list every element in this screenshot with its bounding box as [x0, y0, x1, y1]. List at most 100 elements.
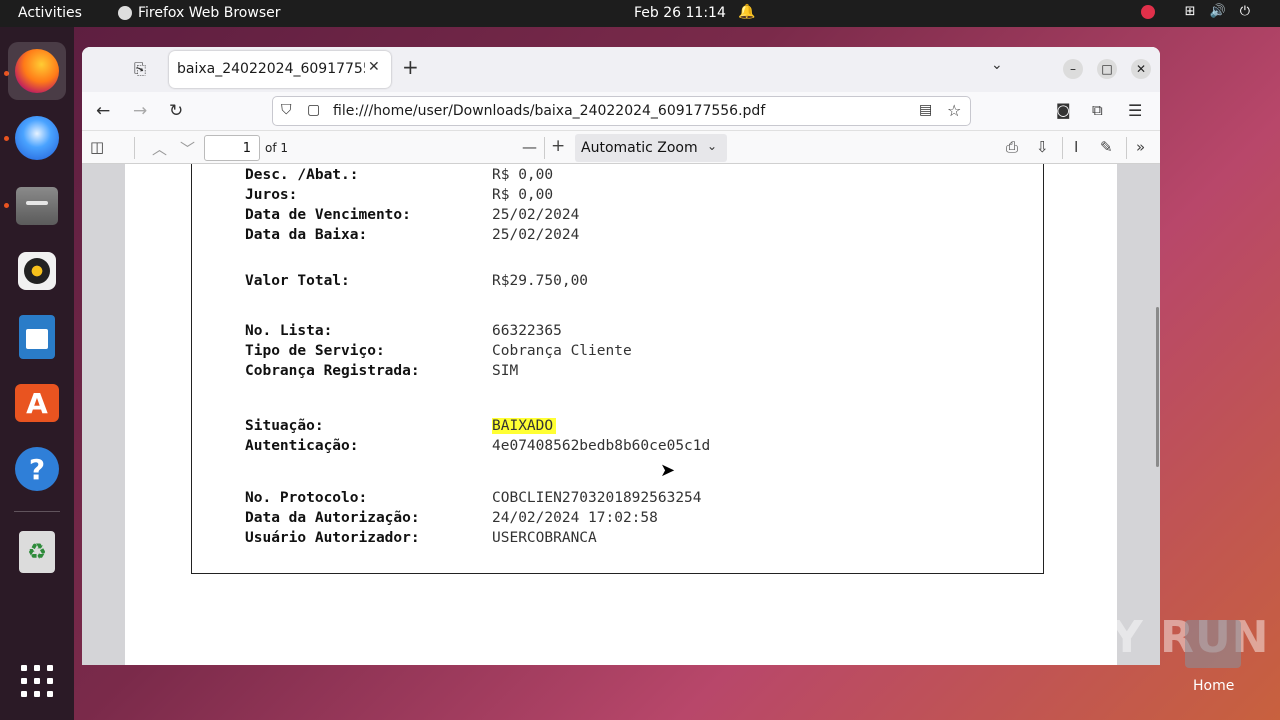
row-label: Juros:	[245, 187, 298, 203]
text-tool-icon[interactable]: I	[1074, 138, 1078, 156]
more-tools-icon[interactable]: »	[1136, 138, 1145, 156]
row-value: COBCLIEN2703201892563254	[492, 490, 702, 506]
system-tray[interactable]: ⊞ 🔊 ⏻	[1140, 4, 1250, 19]
rhythmbox-icon	[18, 252, 56, 290]
dock-files[interactable]	[8, 177, 66, 235]
maximize-button[interactable]: □	[1097, 59, 1117, 79]
row-value: 4e07408562bedb8b60ce05c1d	[492, 438, 711, 454]
files-icon	[16, 187, 58, 225]
home-folder-icon[interactable]	[1185, 620, 1241, 668]
new-tab-button[interactable]: +	[402, 57, 419, 77]
forward-arrow-icon[interactable]: →	[133, 101, 147, 121]
clock[interactable]: Feb 26 11:14	[634, 5, 726, 21]
record-icon	[1140, 4, 1155, 19]
print-icon[interactable]: ⎙	[1006, 138, 1018, 156]
app-menu[interactable]: Firefox Web Browser	[118, 5, 281, 21]
separator	[1126, 137, 1127, 159]
row-value: SIM	[492, 363, 519, 379]
shield-icon[interactable]: ⛉	[281, 102, 292, 118]
close-icon[interactable]: ✕	[368, 59, 380, 75]
separator	[1062, 137, 1063, 159]
close-window-button[interactable]: ✕	[1131, 59, 1151, 79]
row-label: Data da Baixa:	[245, 227, 368, 243]
next-page-icon[interactable]: ﹀	[180, 138, 195, 159]
dock-separator	[14, 511, 60, 512]
dock-trash[interactable]: ♻	[8, 523, 66, 581]
row-value: 25/02/2024	[492, 227, 580, 243]
dock-software[interactable]: A	[8, 374, 66, 432]
activities-button[interactable]: Activities	[18, 5, 82, 21]
row-value: 25/02/2024	[492, 207, 580, 223]
back-arrow-icon[interactable]: ←	[96, 101, 110, 121]
tab-bar: ⎘ baixa_24022024_609177556.pdf ✕ + ⌄ – □…	[82, 47, 1160, 92]
show-apps-icon[interactable]	[21, 665, 53, 697]
row-label: Situação:	[245, 418, 324, 434]
row-value: Cobrança Cliente	[492, 343, 632, 359]
browser-window: ⎘ baixa_24022024_609177556.pdf ✕ + ⌄ – □…	[82, 47, 1160, 665]
dock-help[interactable]: ?	[8, 440, 66, 498]
nav-bar: ← → ↻ ⛉ ▢ file:///home/user/Downloads/ba…	[82, 92, 1160, 130]
page-number-input[interactable]: 1	[204, 135, 260, 161]
firefox-icon	[15, 49, 59, 93]
row-value: R$ 0,00	[492, 167, 554, 183]
separator	[544, 137, 545, 159]
mouse-cursor-icon: ➤	[660, 460, 676, 481]
bookmark-star-icon[interactable]: ☆	[947, 101, 961, 120]
scrollbar[interactable]	[1156, 307, 1159, 467]
file-icon: ▢	[307, 102, 321, 118]
volume-icon: 🔊	[1209, 4, 1226, 19]
software-store-icon: A	[15, 384, 59, 422]
previous-page-icon[interactable]: ︿	[152, 138, 167, 159]
bell-icon[interactable]: 🔔	[738, 4, 755, 20]
sidebar-toggle-icon[interactable]: ◫	[90, 138, 104, 156]
url-text[interactable]: file:///home/user/Downloads/baixa_240220…	[333, 103, 765, 119]
row-label: Tipo de Serviço:	[245, 343, 385, 359]
list-all-tabs-icon[interactable]: ⎘	[134, 60, 146, 78]
dock-writer[interactable]	[8, 308, 66, 366]
writer-icon	[19, 315, 55, 359]
power-icon: ⏻	[1239, 4, 1250, 19]
row-label: No. Lista:	[245, 323, 333, 339]
row-label: No. Protocolo:	[245, 490, 368, 506]
firefox-icon	[118, 6, 132, 20]
extensions-icon[interactable]: ⧉	[1092, 101, 1103, 119]
dock-rhythmbox[interactable]	[8, 242, 66, 300]
url-bar[interactable]: ⛉ ▢ file:///home/user/Downloads/baixa_24…	[272, 96, 971, 126]
reader-view-icon[interactable]: ▤	[919, 102, 932, 118]
trash-icon: ♻	[19, 531, 55, 573]
tab-active[interactable]: baixa_24022024_609177556.pdf ✕	[169, 51, 391, 88]
pdf-page: Desc. /Abat.: R$ 0,00 Juros: R$ 0,00 Dat…	[125, 164, 1117, 665]
dock: A ? ♻	[0, 27, 74, 720]
pdf-toolbar: ◫ ︿ ﹀ 1 of 1 — + Automatic Zoom ⌄ ⎙ ⇩ I …	[82, 130, 1160, 164]
menu-icon[interactable]: ☰	[1128, 101, 1142, 120]
row-value: 24/02/2024 17:02:58	[492, 510, 658, 526]
row-label: Usuário Autorizador:	[245, 530, 420, 546]
zoom-select[interactable]: Automatic Zoom ⌄	[575, 134, 727, 162]
chevron-down-icon: ⌄	[707, 139, 718, 153]
network-icon: ⊞	[1184, 4, 1196, 19]
row-value: USERCOBRANCA	[492, 530, 597, 546]
minimize-button[interactable]: –	[1063, 59, 1083, 79]
dock-firefox[interactable]	[8, 42, 66, 100]
page-count: of 1	[265, 141, 289, 155]
chevron-down-icon[interactable]: ⌄	[991, 57, 1003, 73]
home-label[interactable]: Home	[1193, 678, 1234, 694]
tab-title: baixa_24022024_609177556.pdf	[177, 61, 365, 77]
save-icon[interactable]: ⇩	[1036, 138, 1049, 156]
draw-icon[interactable]: ✎	[1100, 138, 1113, 156]
thunderbird-icon	[15, 116, 59, 160]
pocket-icon[interactable]: ◙	[1056, 101, 1071, 119]
dock-thunderbird[interactable]	[8, 109, 66, 167]
zoom-out-icon[interactable]: —	[522, 138, 537, 156]
row-value: 66322365	[492, 323, 562, 339]
row-value: R$29.750,00	[492, 273, 589, 289]
pdf-viewer[interactable]: Desc. /Abat.: R$ 0,00 Juros: R$ 0,00 Dat…	[82, 164, 1160, 665]
zoom-value: Automatic Zoom	[581, 140, 698, 156]
row-label: Desc. /Abat.:	[245, 167, 359, 183]
row-value: R$ 0,00	[492, 187, 554, 203]
reload-icon[interactable]: ↻	[169, 101, 183, 121]
status-badge: BAIXADO	[492, 418, 557, 434]
row-label: Data da Autorização:	[245, 510, 420, 526]
zoom-in-icon[interactable]: +	[551, 136, 565, 156]
row-label: Cobrança Registrada:	[245, 363, 420, 379]
